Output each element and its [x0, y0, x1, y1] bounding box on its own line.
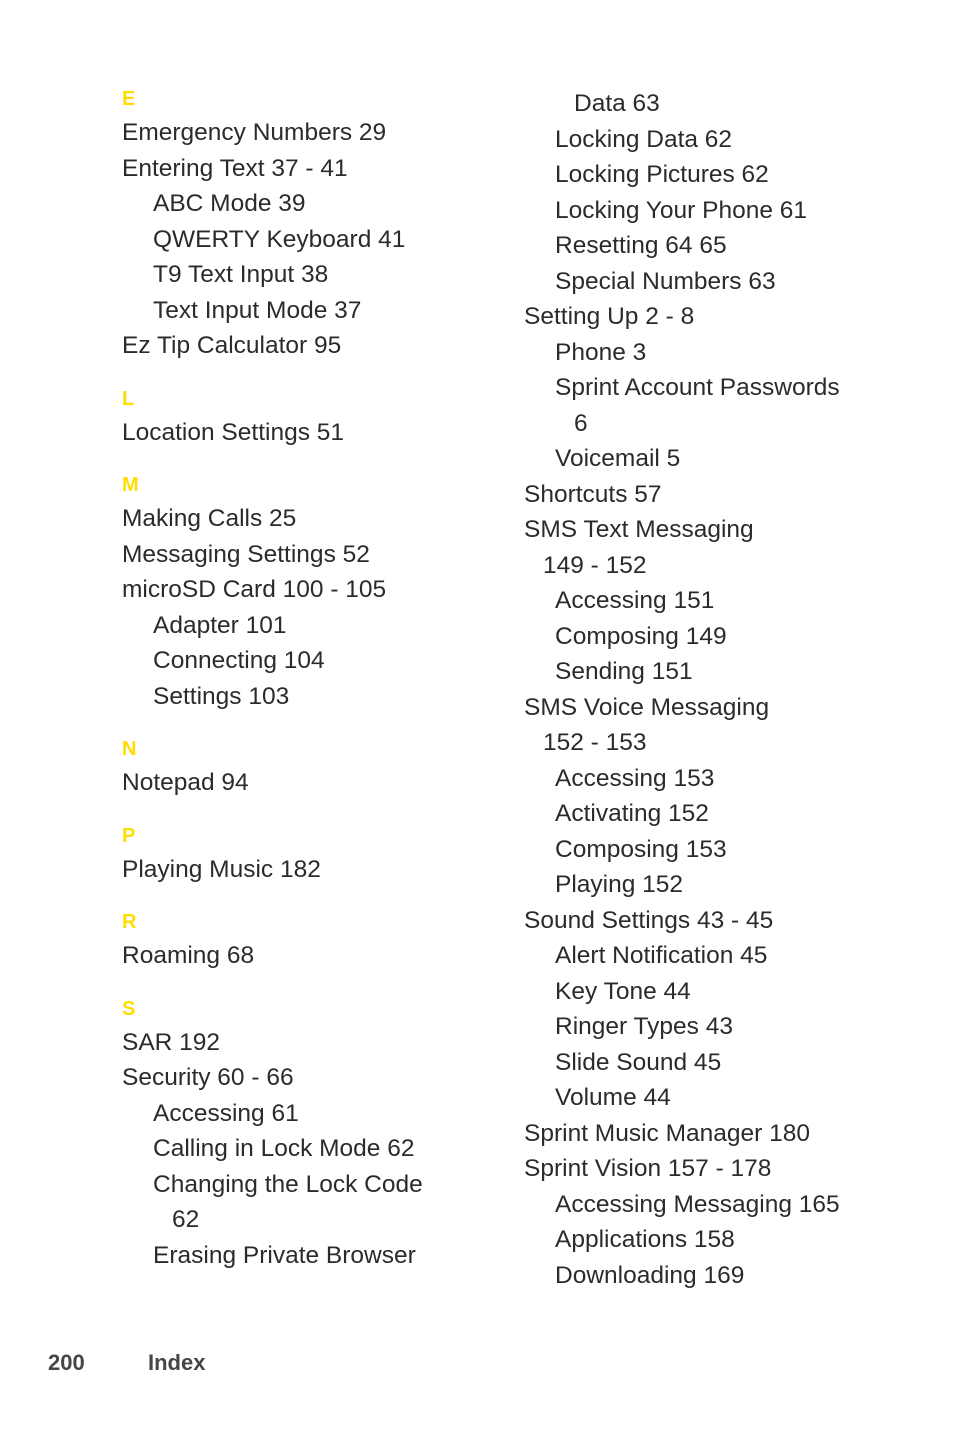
index-entry[interactable]: Notepad 94 [122, 765, 482, 801]
index-entry[interactable]: Making Calls 25 [122, 501, 482, 537]
index-entry[interactable]: Accessing 61 [153, 1096, 482, 1132]
index-entry[interactable]: Security 60 - 66 [122, 1060, 482, 1096]
index-section: S SAR 192 Security 60 - 66 Accessing 61 Call… [122, 996, 482, 1274]
index-entry[interactable]: ABC Mode 39 [153, 186, 482, 222]
index-entry[interactable]: Locking Pictures 62 [555, 157, 894, 193]
index-entry[interactable]: Accessing Messaging 165 [555, 1187, 894, 1223]
index-entry[interactable]: Locking Data 62 [555, 122, 894, 158]
section-letter-p: P [122, 824, 136, 847]
section-letter-n: N [122, 738, 137, 760]
index-entry[interactable]: Accessing 153 [555, 761, 894, 797]
index-entry[interactable]: Locking Your Phone 61 [555, 193, 894, 229]
section-letter-l: L [122, 387, 135, 410]
index-entry[interactable]: Ringer Types 43 [555, 1009, 894, 1045]
index-entry[interactable]: Sound Settings 43 - 45 [524, 903, 894, 939]
index-entry[interactable]: Composing 149 [555, 619, 894, 655]
index-entry[interactable]: Playing Music 182 [122, 852, 482, 888]
index-entry[interactable]: Special Numbers 63 [555, 264, 894, 300]
index-entry[interactable]: Ez Tip Calculator 95 [122, 328, 482, 364]
index-entry-continuation[interactable]: 62 [172, 1202, 482, 1238]
index-entry[interactable]: Sprint Account Passwords [555, 370, 894, 406]
index-entry[interactable]: Calling in Lock Mode 62 [153, 1131, 482, 1167]
index-entry[interactable]: Sprint Vision 157 - 178 [524, 1151, 894, 1187]
section-letter-m: M [122, 474, 139, 496]
index-column-right: Data 63 Locking Data 62 Locking Pictures 6… [524, 86, 894, 1293]
index-section: M Making Calls 25 Messaging Settings 52 mic… [122, 472, 482, 714]
index-section: P Playing Music 182 [122, 823, 482, 888]
index-entry[interactable]: Key Tone 44 [555, 974, 894, 1010]
index-entry-continuation[interactable]: 152 - 153 [543, 725, 894, 761]
page-number: 200 [48, 1350, 85, 1375]
index-entry[interactable]: microSD Card 100 - 105 [122, 572, 482, 608]
index-entry[interactable]: Connecting 104 [153, 643, 482, 679]
index-entry[interactable]: Applications 158 [555, 1222, 894, 1258]
index-section: N Notepad 94 [122, 736, 482, 801]
index-entry[interactable]: Composing 153 [555, 832, 894, 868]
section-letter-r: R [122, 911, 137, 933]
index-entry[interactable]: Voicemail 5 [555, 441, 894, 477]
footer-label: Index [148, 1350, 206, 1375]
index-entry[interactable]: T9 Text Input 38 [153, 257, 482, 293]
index-entry[interactable]: Roaming 68 [122, 938, 482, 974]
index-entry[interactable]: Activating 152 [555, 796, 894, 832]
index-entry[interactable]: Adapter 101 [153, 608, 482, 644]
section-letter-e: E [122, 88, 136, 110]
index-page: E Emergency Numbers 29 Entering Text 37 - … [0, 0, 954, 1431]
index-entry-continuation[interactable]: 6 [574, 406, 894, 442]
index-entry[interactable]: Sprint Music Manager 180 [524, 1116, 894, 1152]
index-entry-continuation[interactable]: Data 63 [574, 86, 894, 122]
index-entry[interactable]: Alert Notification 45 [555, 938, 894, 974]
page-footer: 200 Index [0, 1348, 954, 1388]
index-entry[interactable]: SAR 192 [122, 1025, 482, 1061]
index-entry[interactable]: Resetting 64 65 [555, 228, 894, 264]
index-entry-continuation[interactable]: 149 - 152 [543, 548, 894, 584]
index-entry[interactable]: Playing 152 [555, 867, 894, 903]
index-entry[interactable]: SMS Voice Messaging [524, 690, 894, 726]
index-entry[interactable]: Entering Text 37 - 41 [122, 151, 482, 187]
index-entry[interactable]: Phone 3 [555, 335, 894, 371]
index-entry[interactable]: Accessing 151 [555, 583, 894, 619]
index-section: Data 63 Locking Data 62 Locking Pictures 6… [524, 86, 894, 1293]
index-entry[interactable]: Volume 44 [555, 1080, 894, 1116]
index-section: E Emergency Numbers 29 Entering Text 37 - … [122, 86, 482, 364]
index-entry[interactable]: Changing the Lock Code [153, 1167, 482, 1203]
index-entry[interactable]: Setting Up 2 - 8 [524, 299, 894, 335]
index-entry[interactable]: SMS Text Messaging [524, 512, 894, 548]
section-letter-s: S [122, 997, 136, 1020]
index-entry[interactable]: Erasing Private Browser [153, 1238, 482, 1274]
index-entry[interactable]: Downloading 169 [555, 1258, 894, 1294]
index-entry[interactable]: Location Settings 51 [122, 415, 482, 451]
index-entry[interactable]: Emergency Numbers 29 [122, 115, 482, 151]
index-section: R Roaming 68 [122, 909, 482, 974]
index-entry[interactable]: Text Input Mode 37 [153, 293, 482, 329]
index-entry[interactable]: QWERTY Keyboard 41 [153, 222, 482, 258]
index-entry[interactable]: Slide Sound 45 [555, 1045, 894, 1081]
index-section: L Location Settings 51 [122, 386, 482, 451]
index-entry[interactable]: Settings 103 [153, 679, 482, 715]
index-column-left: E Emergency Numbers 29 Entering Text 37 - … [122, 86, 482, 1273]
index-entry[interactable]: Shortcuts 57 [524, 477, 894, 513]
index-entry[interactable]: Messaging Settings 52 [122, 537, 482, 573]
index-entry[interactable]: Sending 151 [555, 654, 894, 690]
